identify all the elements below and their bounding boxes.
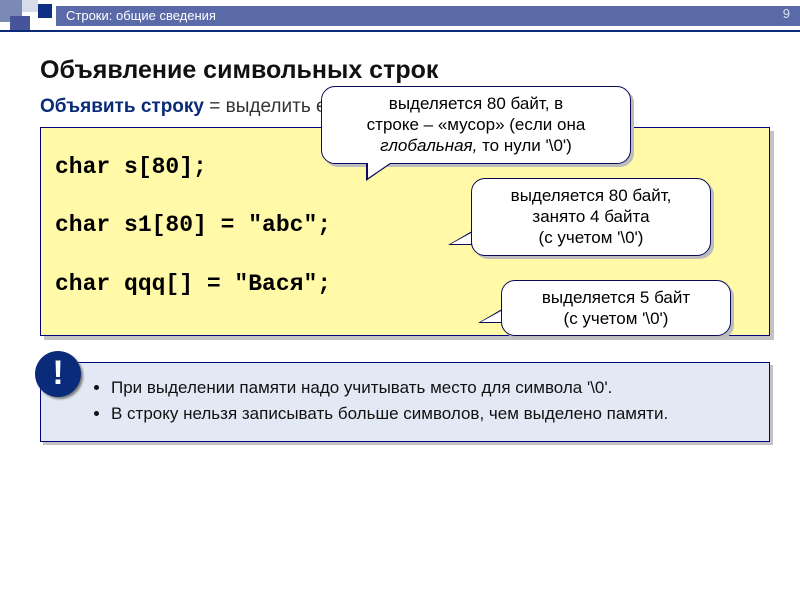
callout-tail-icon xyxy=(448,231,472,245)
exclamation-icon: ! xyxy=(35,351,81,397)
callout-2: выделяется 80 байт, занято 4 байта (с уч… xyxy=(471,178,711,256)
callout-tail-icon xyxy=(478,309,502,323)
callout-1-line1: выделяется 80 байт, в xyxy=(389,94,563,113)
note-item-1: При выделении памяти надо учитывать мест… xyxy=(111,377,753,399)
callout-3-line2: (с учетом '\0') xyxy=(564,309,669,328)
callout-1-line3: то нули '\0') xyxy=(477,136,571,155)
slide-header: Строки: общие сведения 9 xyxy=(0,0,800,32)
note-item-2: В строку нельзя записывать больше символ… xyxy=(111,403,753,425)
callout-3-line1: выделяется 5 байт xyxy=(542,288,690,307)
logo-squares-icon xyxy=(0,0,56,30)
callout-3: выделяется 5 байт (с учетом '\0') xyxy=(501,280,731,337)
callout-1-line2: строке – «мусор» (если она xyxy=(367,115,586,134)
lead-term: Объявить строку xyxy=(40,96,204,117)
page-title: Объявление символьных строк xyxy=(40,56,770,85)
code-block: char s[80]; char s1[80] = "abc"; char qq… xyxy=(40,127,770,337)
callout-2-line3: (с учетом '\0') xyxy=(539,228,644,247)
callout-tail-icon xyxy=(366,163,392,181)
note-box: ! При выделении памяти надо учитывать ме… xyxy=(40,362,770,442)
breadcrumb: Строки: общие сведения xyxy=(56,6,800,26)
page-number: 9 xyxy=(783,6,790,21)
callout-1-italic: глобальная, xyxy=(380,136,477,155)
callout-2-line2: занято 4 байта xyxy=(532,207,649,226)
callout-2-line1: выделяется 80 байт, xyxy=(511,186,672,205)
callout-1: выделяется 80 байт, в строке – «мусор» (… xyxy=(321,86,631,164)
